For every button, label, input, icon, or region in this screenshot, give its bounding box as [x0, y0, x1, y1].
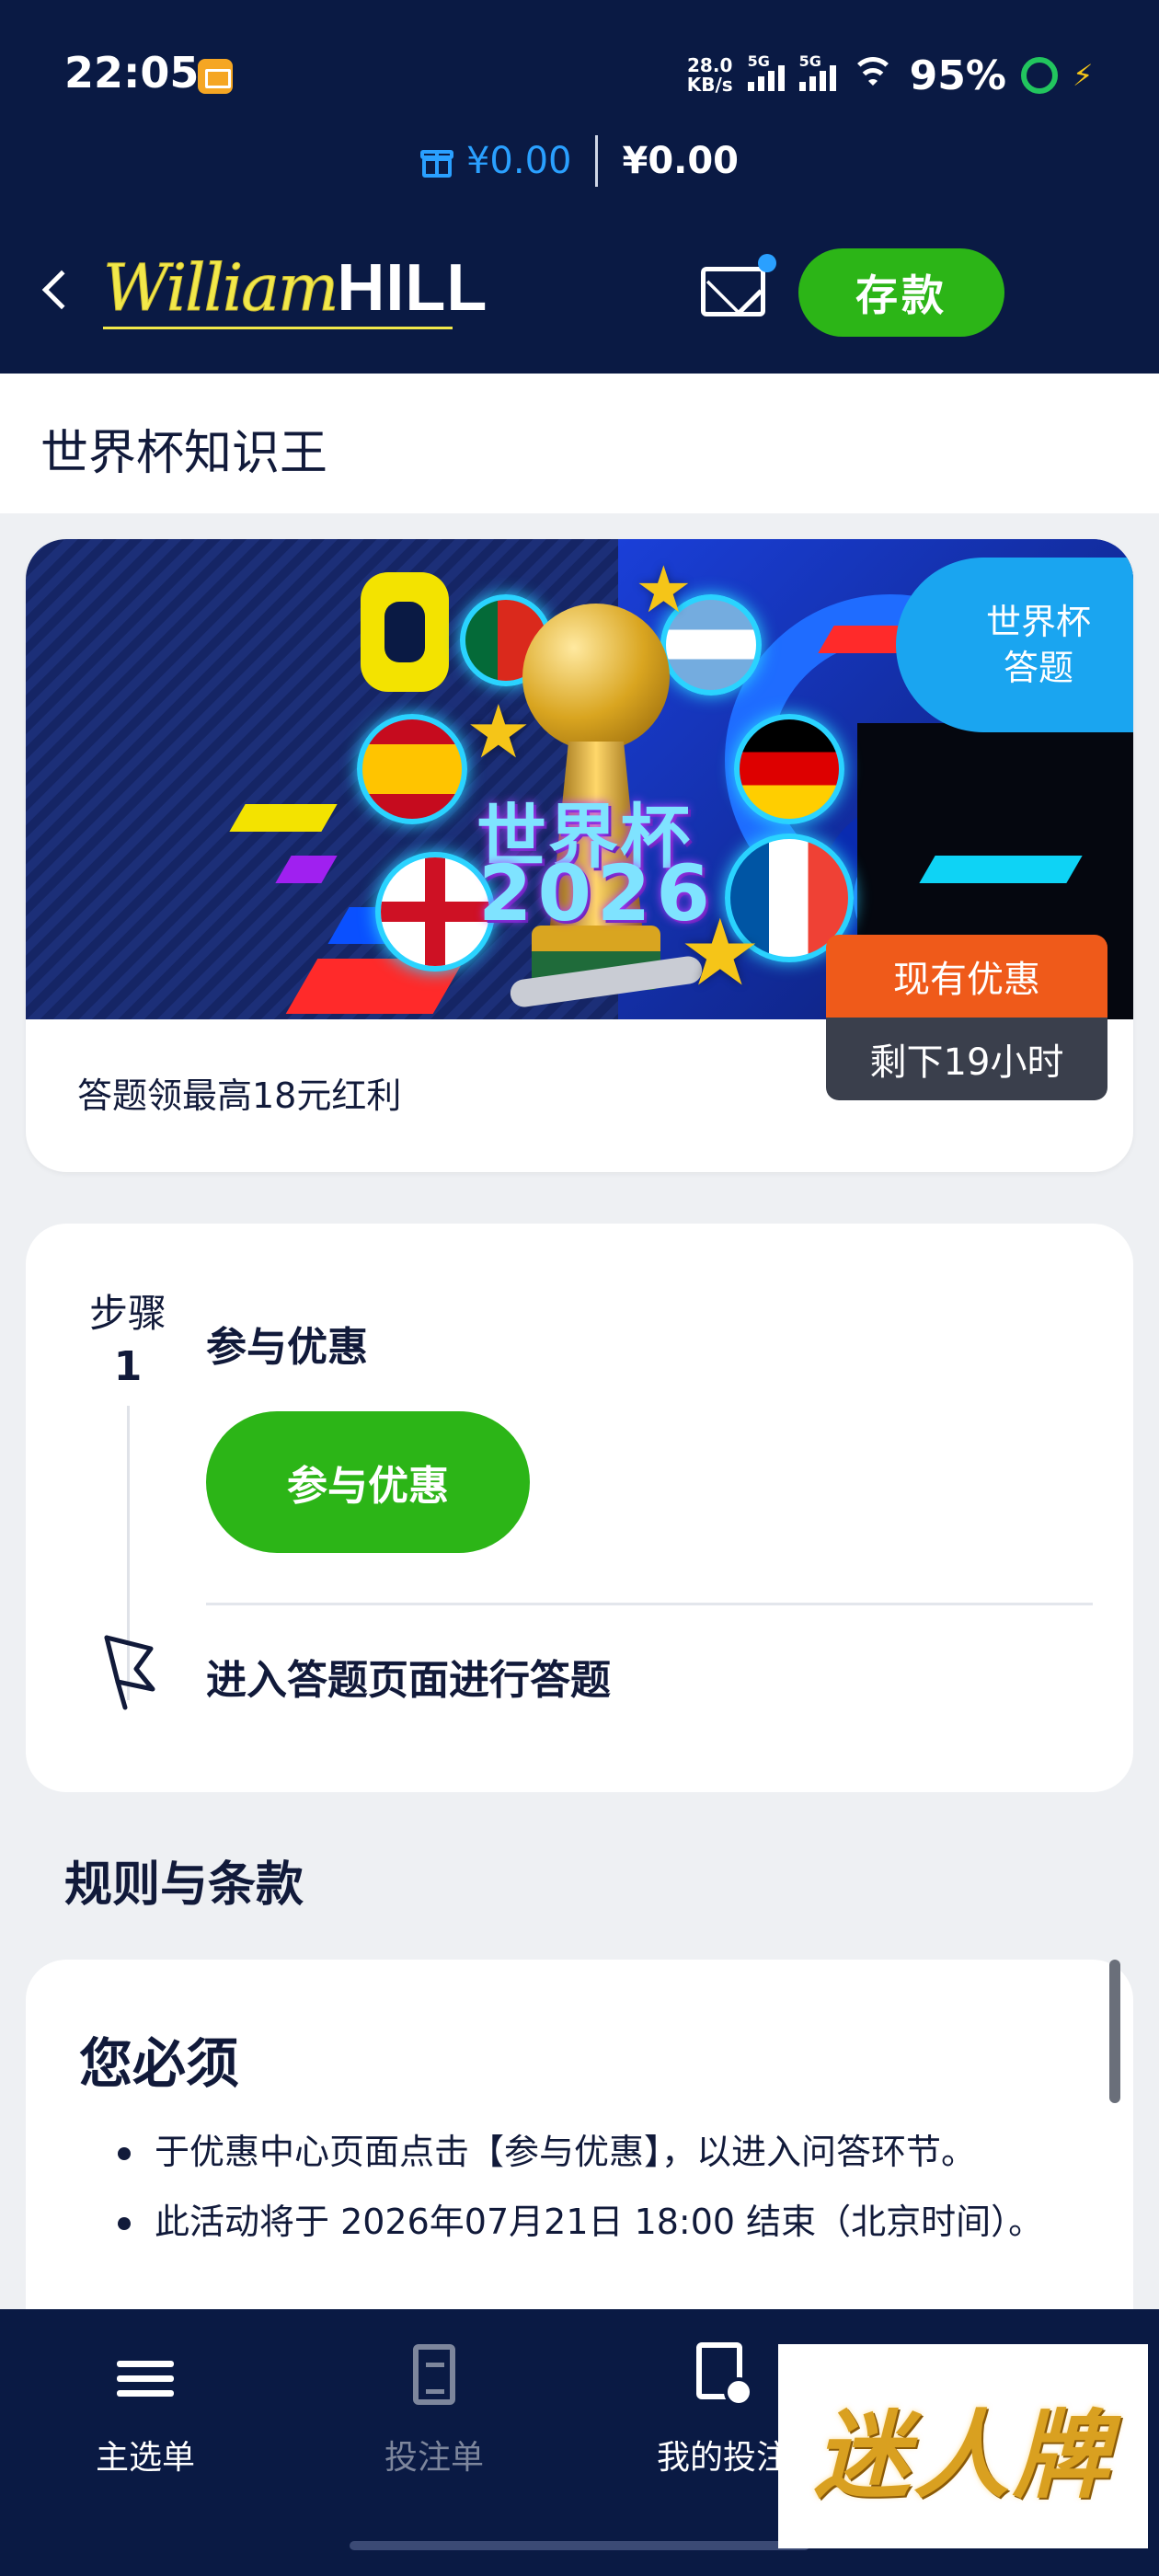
nav-betslip[interactable]: 投注单 [315, 2335, 554, 2478]
step-number: 1 [113, 1343, 143, 1390]
cash-balance: ¥0.00 [622, 140, 740, 182]
terms-must-title: 您必须 [79, 2032, 240, 2095]
home-indicator [350, 2541, 809, 2550]
status-indicators: 28.0 KB/s 5G 5G 95% ⚡ [687, 48, 1104, 103]
star-icon: ★ [635, 552, 693, 627]
quiz-tag: 世界杯 答题 [896, 558, 1133, 732]
bonus-balance: ¥0.00 [465, 140, 572, 182]
balance-divider [595, 135, 599, 187]
steps-card: 步骤 1 参与优惠 参与优惠 进入答题页面进行答题 [26, 1224, 1133, 1792]
step2-title: 进入答题页面进行答题 [206, 1657, 611, 1704]
signal-icon: 5G [747, 52, 785, 91]
menu-icon [104, 2335, 187, 2418]
wifi-icon [850, 57, 895, 94]
mail-icon[interactable] [701, 267, 765, 316]
logo-hill-text: HILL [337, 251, 488, 325]
betslip-icon [393, 2335, 476, 2418]
charging-bolt-icon: ⚡ [1073, 58, 1094, 93]
balance-row[interactable]: ¥0.00 ¥0.00 [0, 129, 1159, 193]
terms-heading: 规则与条款 [64, 1857, 304, 1913]
banner-year: 2026 [478, 848, 716, 938]
promo-description: 答题领最高18元红利 [77, 1075, 402, 1116]
nav-betslip-label: 投注单 [384, 2439, 484, 2477]
step-divider [206, 1603, 1093, 1605]
logo-william-text: William [102, 250, 339, 327]
terms-item: 于优惠中心页面点击【参与优惠】，以进入问答环节。 [118, 2125, 1084, 2179]
william-hill-logo[interactable]: William HILL [102, 250, 488, 333]
star-icon: ★ [465, 689, 532, 775]
notification-icon [198, 59, 233, 94]
title-bar: 世界杯知识王 [0, 374, 1159, 513]
signal-icon: 5G [798, 52, 836, 91]
battery-percent: 95% [909, 52, 1006, 99]
time-left-badge: 剩下19小时 [826, 1018, 1107, 1100]
page-title: 世界杯知识王 [40, 426, 328, 481]
finish-flag-icon [104, 1635, 155, 1710]
nav-menu-label: 主选单 [95, 2439, 195, 2477]
step-label: 步骤 [88, 1291, 166, 1336]
app-screen: 22:05 28.0 KB/s 5G 5G 95% ⚡ ¥0.00 ¥0.00 … [0, 0, 1159, 2576]
status-time: 22:05 [64, 48, 200, 98]
my-bets-icon [682, 2335, 764, 2418]
unread-dot [758, 254, 776, 272]
gift-icon [419, 144, 453, 178]
join-promo-button[interactable]: 参与优惠 [206, 1411, 530, 1553]
spain-flag-icon [357, 714, 467, 824]
watermark-text: 迷人牌 [813, 2398, 1112, 2512]
back-arrow-icon[interactable] [41, 270, 82, 310]
nav-menu[interactable]: 主选单 [26, 2335, 265, 2478]
watermark: 迷人牌 [778, 2344, 1148, 2548]
world-cup-emblem-icon [361, 572, 449, 692]
deposit-button[interactable]: 存款 [798, 248, 1004, 337]
terms-list: 于优惠中心页面点击【参与优惠】，以进入问答环节。 此活动将于 2026年07月2… [118, 2125, 1084, 2265]
germany-flag-icon [734, 714, 844, 824]
top-header: 22:05 28.0 KB/s 5G 5G 95% ⚡ ¥0.00 ¥0.00 … [0, 0, 1159, 374]
promo-card[interactable]: ★ ★ ★ 世界杯 2026 世界杯 答题 现有优惠 剩下19小时 答题领最高1… [26, 539, 1133, 1172]
network-speed: 28.0 KB/s [686, 54, 733, 96]
terms-item: 此活动将于 2026年07月21日 18:00 结束（北京时间）。 [118, 2195, 1084, 2248]
step1-title: 参与优惠 [206, 1324, 368, 1371]
battery-ring-icon [1021, 57, 1058, 94]
terms-scrollbar[interactable] [1109, 1960, 1120, 2103]
offer-badge: 现有优惠 [826, 935, 1107, 1018]
